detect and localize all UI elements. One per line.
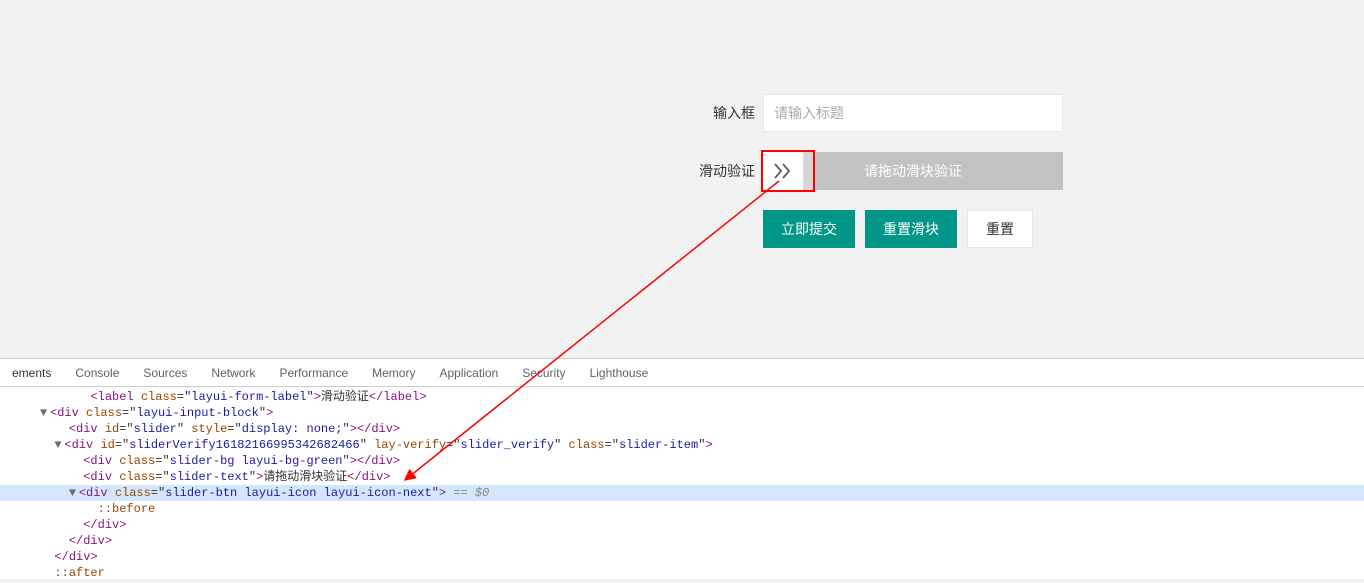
dom-line[interactable]: </div> (0, 549, 1364, 565)
dom-line[interactable]: <label class="layui-form-label">滑动验证</la… (0, 389, 1364, 405)
tab-elements[interactable]: ements (0, 359, 63, 387)
tab-network[interactable]: Network (199, 359, 267, 387)
dom-line[interactable]: </div> (0, 517, 1364, 533)
tab-application[interactable]: Application (427, 359, 510, 387)
dom-line[interactable]: <div id="slider" style="display: none;">… (0, 421, 1364, 437)
tab-console[interactable]: Console (63, 359, 131, 387)
slider-handle-wrap (763, 152, 813, 190)
devtools: ements Console Sources Network Performan… (0, 358, 1364, 579)
dom-line[interactable]: </div> (0, 533, 1364, 549)
button-row: 立即提交 重置滑块 重置 (763, 210, 1063, 248)
dom-line[interactable]: <div class="slider-bg layui-bg-green"></… (0, 453, 1364, 469)
dom-line[interactable]: ▼<div id="sliderVerify161821669953426824… (0, 437, 1364, 453)
tab-memory[interactable]: Memory (360, 359, 427, 387)
tab-lighthouse[interactable]: Lighthouse (578, 359, 661, 387)
tab-security[interactable]: Security (510, 359, 577, 387)
slider-row: 滑动验证 请拖动滑块验证 (695, 152, 1063, 190)
reset-slider-button[interactable]: 重置滑块 (865, 210, 957, 248)
dom-tree[interactable]: <label class="layui-form-label">滑动验证</la… (0, 387, 1364, 583)
input-label: 输入框 (695, 103, 755, 123)
slider-label: 滑动验证 (695, 161, 755, 181)
chevron-double-right-icon (774, 163, 792, 179)
input-row: 输入框 (695, 94, 1063, 132)
devtools-tabs: ements Console Sources Network Performan… (0, 359, 1364, 387)
tab-sources[interactable]: Sources (131, 359, 199, 387)
slider-handle[interactable] (763, 152, 803, 190)
tab-performance[interactable]: Performance (267, 359, 360, 387)
submit-button[interactable]: 立即提交 (763, 210, 855, 248)
reset-button[interactable]: 重置 (967, 210, 1033, 248)
form: 输入框 滑动验证 请拖动滑块验证 立即 (695, 94, 1063, 248)
dom-line[interactable]: ::before (0, 501, 1364, 517)
title-input[interactable] (763, 94, 1063, 132)
slider-track[interactable]: 请拖动滑块验证 (763, 152, 1063, 190)
dom-line-selected[interactable]: ▼<div class="slider-btn layui-icon layui… (0, 485, 1364, 501)
slider-handle-tail (803, 152, 813, 190)
dom-line[interactable]: ▼<div class="layui-input-block"> (0, 405, 1364, 421)
slider-text: 请拖动滑块验证 (864, 161, 962, 181)
dom-line[interactable]: <div class="slider-text">请拖动滑块验证</div> (0, 469, 1364, 485)
page-area: 输入框 滑动验证 请拖动滑块验证 立即 (0, 0, 1364, 358)
